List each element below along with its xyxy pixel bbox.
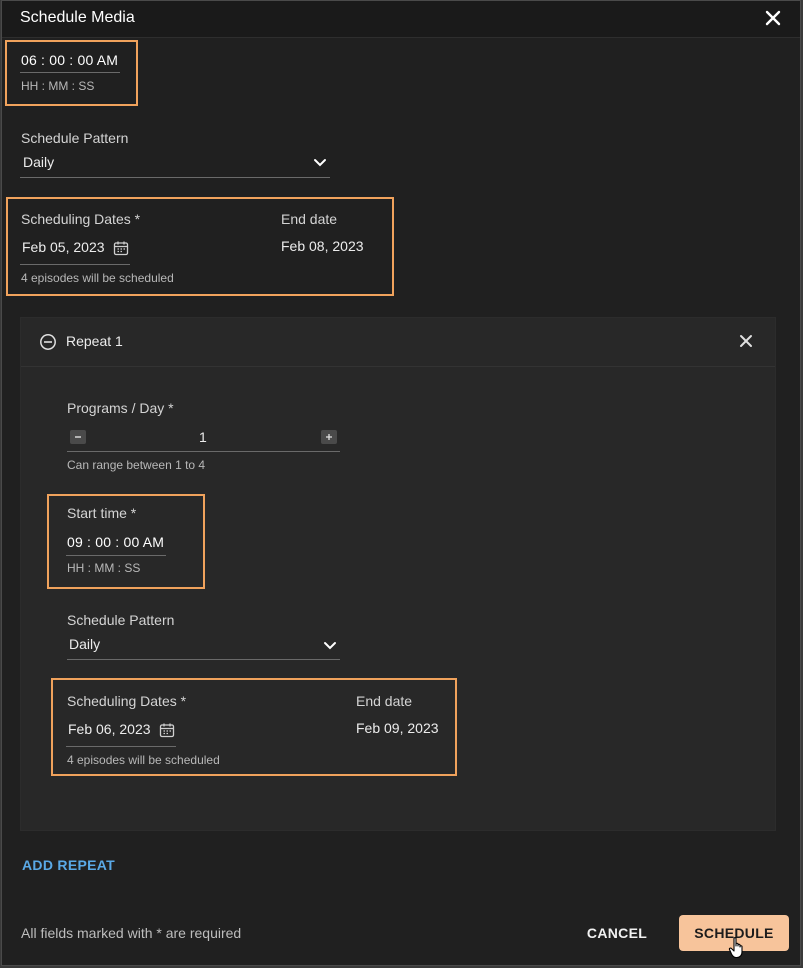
start-date-input[interactable]: Feb 05, 2023 [22, 239, 105, 255]
start-date-underline [20, 264, 130, 265]
start-time-highlight [5, 40, 138, 106]
calendar-icon[interactable] [159, 722, 175, 738]
repeat-start-date-underline [66, 746, 176, 747]
schedule-media-dialog: Schedule Media 06 : 00 : 00 AM HH : MM :… [1, 0, 801, 966]
scheduling-dates-label: Scheduling Dates * [21, 211, 141, 227]
dialog-header: Schedule Media [2, 1, 800, 38]
repeat-start-time-format: HH : MM : SS [67, 561, 141, 575]
repeat-episodes-note: 4 episodes will be scheduled [67, 753, 220, 767]
chevron-down-icon[interactable] [323, 641, 337, 651]
programs-per-day-hint: Can range between 1 to 4 [67, 458, 206, 472]
minus-circle-icon[interactable] [39, 333, 57, 351]
repeat-start-time-label: Start time * [67, 505, 137, 521]
end-date-label: End date [281, 211, 338, 227]
schedule-pattern-underline [20, 177, 330, 178]
repeat-title: Repeat 1 [66, 333, 123, 349]
repeat-start-time-underline [66, 555, 166, 556]
schedule-pattern-label: Schedule Pattern [21, 130, 129, 146]
calendar-icon[interactable] [113, 240, 129, 256]
cancel-button[interactable]: CANCEL [577, 919, 657, 947]
required-fields-note: All fields marked with * are required [21, 925, 242, 941]
decrement-button[interactable] [70, 430, 86, 444]
repeat-schedule-pattern-underline [67, 659, 340, 660]
plus-icon [326, 434, 332, 440]
episodes-note: 4 episodes will be scheduled [21, 271, 174, 285]
repeat-scheduling-dates-label: Scheduling Dates * [67, 693, 187, 709]
chevron-down-icon[interactable] [313, 158, 327, 168]
increment-button[interactable] [321, 430, 337, 444]
start-time-input[interactable]: 06 : 00 : 00 AM [21, 52, 118, 68]
repeat-end-date-label: End date [356, 693, 413, 709]
repeat-panel-header: Repeat 1 [21, 318, 775, 367]
repeat-schedule-pattern-label: Schedule Pattern [67, 612, 175, 628]
close-icon[interactable] [738, 333, 754, 349]
hand-cursor-icon [728, 937, 743, 959]
end-date-value: Feb 08, 2023 [281, 238, 364, 254]
programs-per-day-underline [67, 451, 340, 452]
repeat-end-date-value: Feb 09, 2023 [356, 720, 439, 736]
close-icon[interactable] [764, 9, 782, 27]
start-time-underline [20, 72, 120, 73]
minus-icon [75, 436, 81, 438]
repeat-schedule-pattern-select[interactable]: Daily [69, 636, 100, 652]
schedule-pattern-select[interactable]: Daily [23, 154, 54, 170]
repeat-start-date-input[interactable]: Feb 06, 2023 [68, 721, 151, 737]
programs-per-day-label: Programs / Day * [67, 400, 174, 416]
dialog-title: Schedule Media [20, 9, 135, 26]
add-repeat-button[interactable]: ADD REPEAT [22, 857, 115, 873]
programs-per-day-input[interactable]: 1 [199, 429, 207, 445]
start-time-format: HH : MM : SS [21, 79, 95, 93]
repeat-start-time-input[interactable]: 09 : 00 : 00 AM [67, 534, 164, 550]
